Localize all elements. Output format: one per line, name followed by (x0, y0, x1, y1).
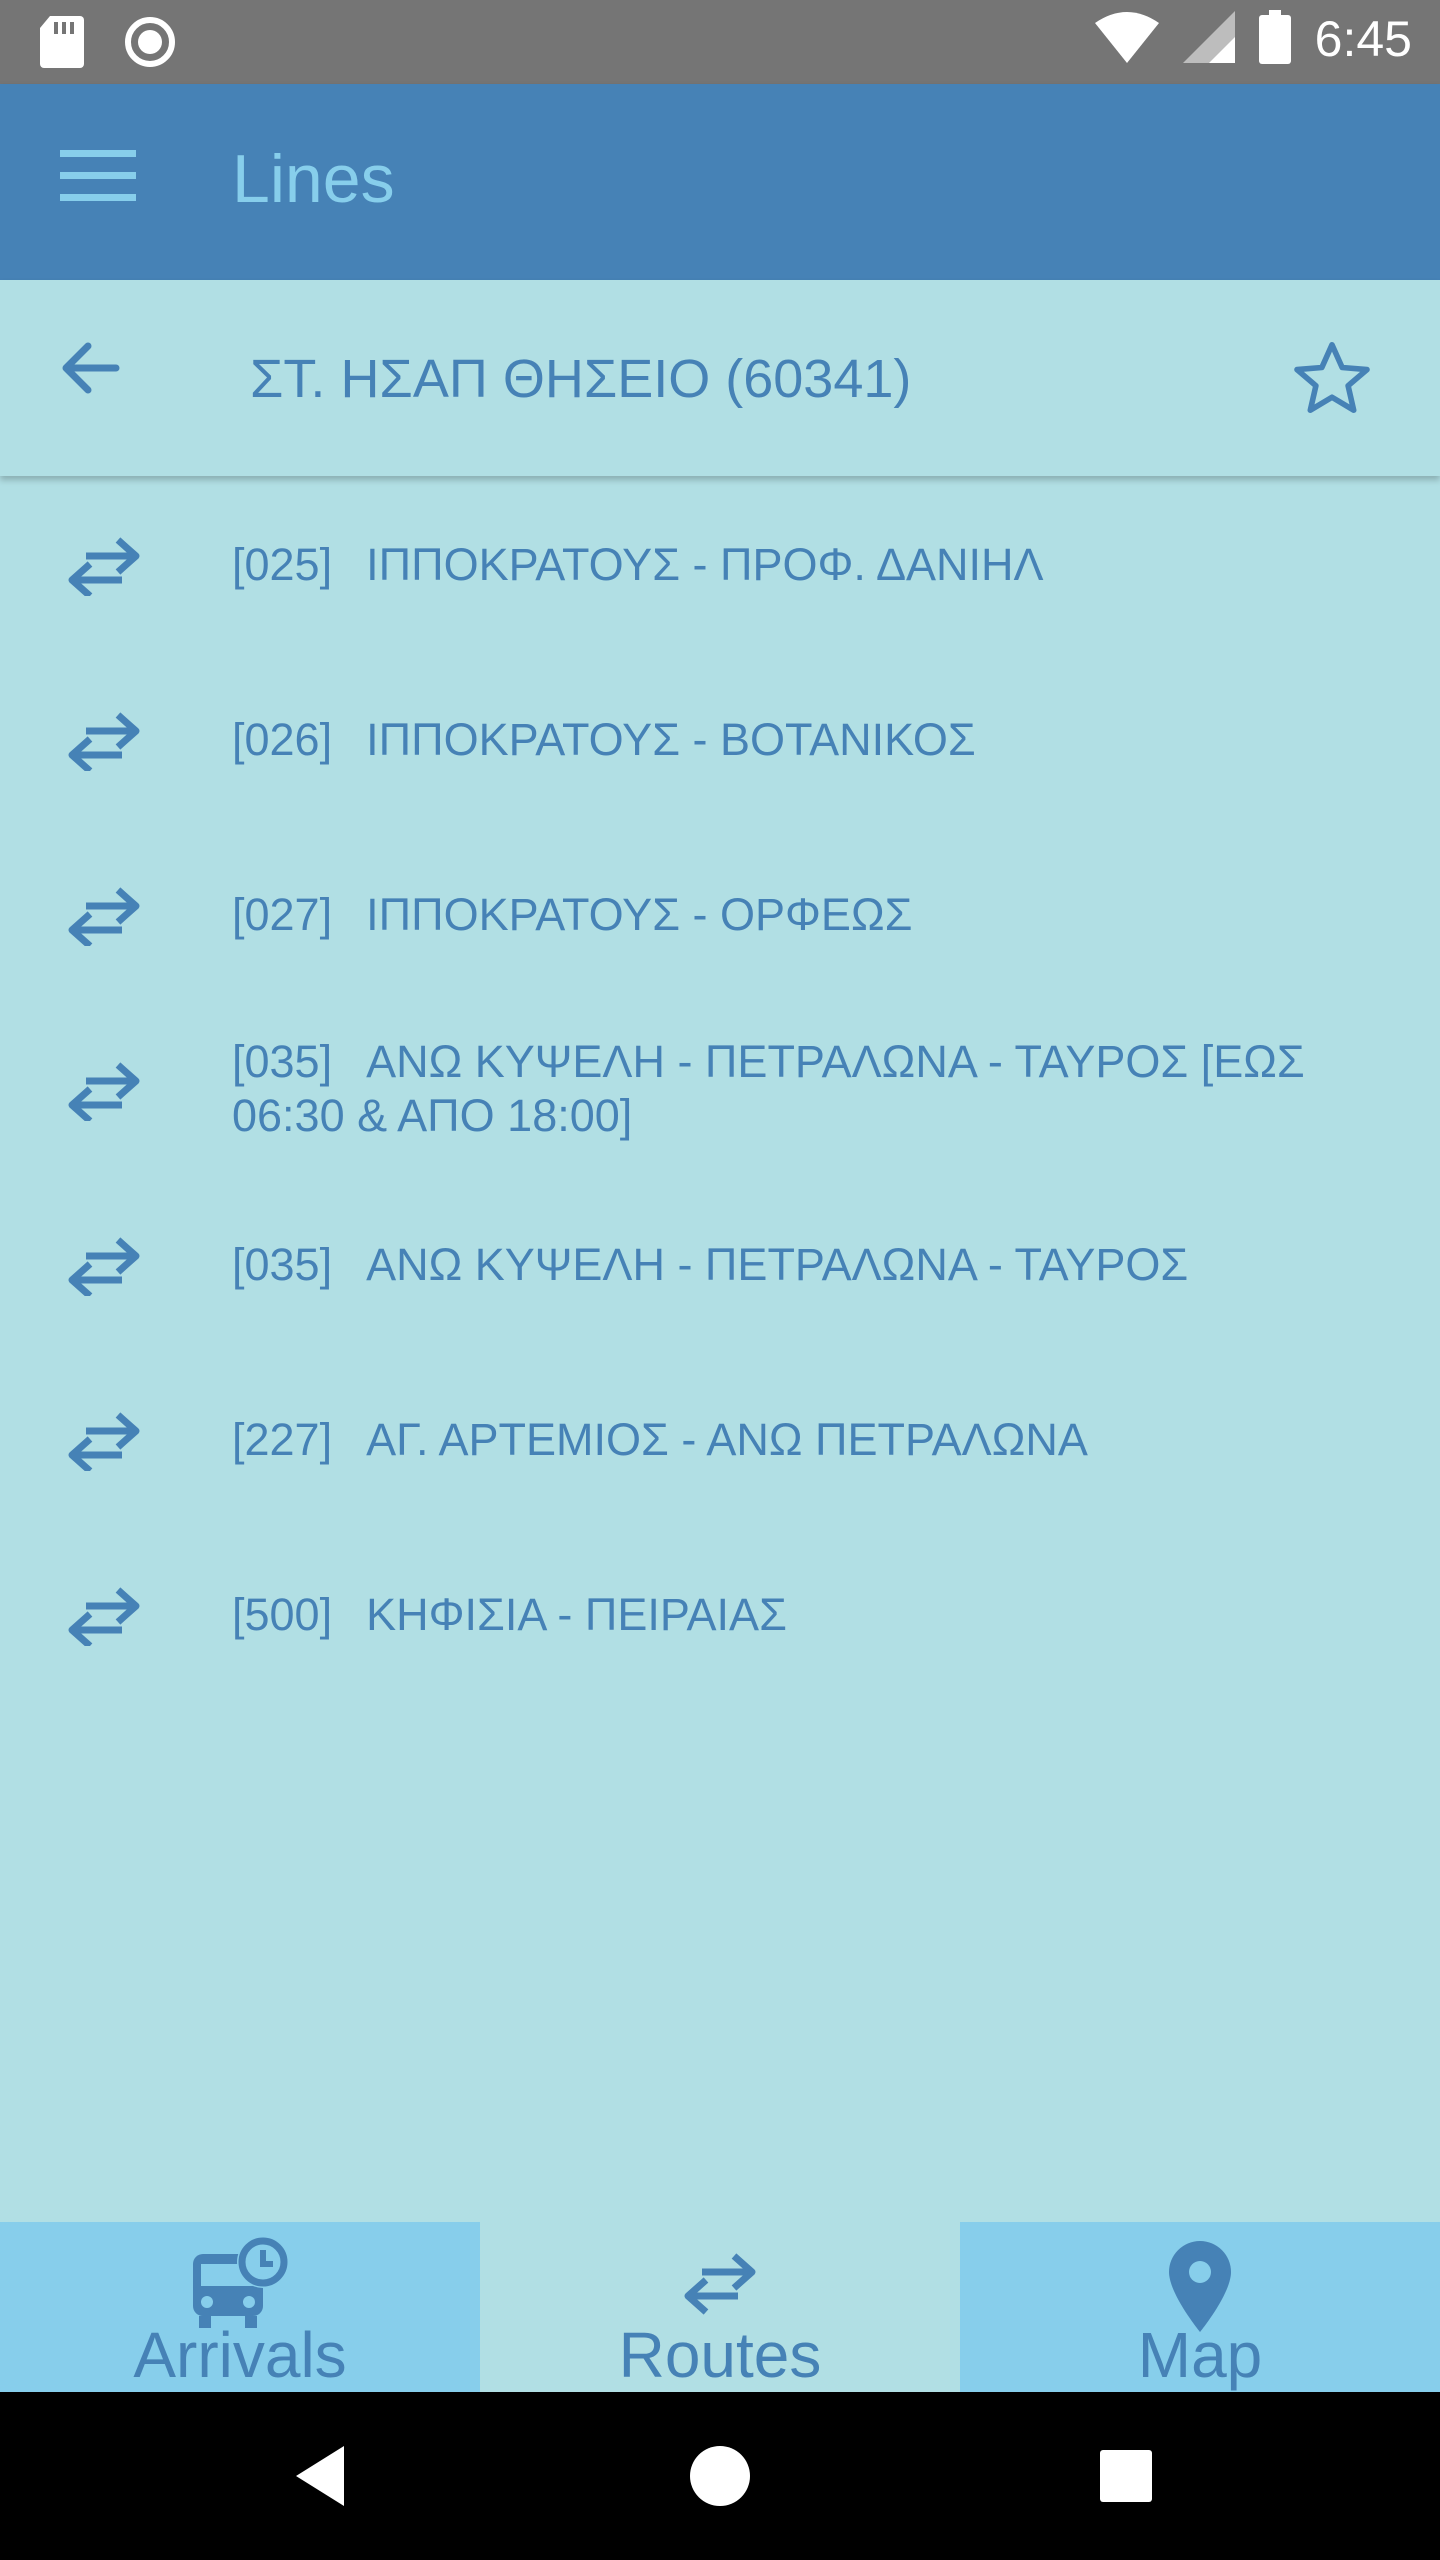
tab-arrivals[interactable]: Arrivals (0, 2222, 480, 2392)
route-code: [027] (232, 889, 333, 940)
route-code: [035] (232, 1239, 333, 1290)
route-name: ΙΠΠΟΚΡΑΤΟΥΣ - ΒΟΤΑΝΙΚΟΣ (366, 714, 976, 765)
swap-horizontal-icon (665, 2232, 775, 2332)
signal-icon (1182, 11, 1235, 67)
back-triangle-icon[interactable] (284, 2436, 364, 2516)
route-item[interactable]: [025] ΙΠΠΟΚΡΑΤΟΥΣ - ΠΡΟΦ. ΔΑΝΙΗΛ (0, 480, 1440, 655)
swap-horizontal-icon (66, 886, 144, 949)
route-item[interactable]: [035] ΑΝΩ ΚΥΨΕΛΗ - ΠΕΤΡΑΛΩΝΑ - ΤΑΥΡΟΣ [ΕΩ… (0, 1005, 1440, 1180)
route-name: ΙΠΠΟΚΡΑΤΟΥΣ - ΠΡΟΦ. ΔΑΝΙΗΛ (366, 539, 1044, 590)
status-bar: 6:45 (0, 0, 1440, 84)
swap-horizontal-icon (66, 1061, 144, 1124)
recents-square-icon[interactable] (1086, 2436, 1166, 2516)
route-code: [227] (232, 1414, 333, 1465)
page-title: Lines (232, 141, 395, 217)
bus-clock-icon (185, 2232, 295, 2332)
tab-label: Arrivals (133, 2319, 347, 2391)
wifi-icon (1094, 11, 1159, 67)
swap-horizontal-icon (66, 1236, 144, 1299)
status-time: 6:45 (1314, 11, 1412, 67)
route-item[interactable]: [027] ΙΠΠΟΚΡΑΤΟΥΣ - ΟΡΦΕΩΣ (0, 830, 1440, 1005)
route-name: ΙΠΠΟΚΡΑΤΟΥΣ - ΟΡΦΕΩΣ (366, 889, 913, 940)
map-marker-icon (1145, 2232, 1255, 2332)
route-name: ΑΝΩ ΚΥΨΕΛΗ - ΠΕΤΡΑΛΩΝΑ - ΤΑΥΡΟΣ (366, 1239, 1189, 1290)
tab-label: Map (1137, 2319, 1263, 2391)
route-code: [025] (232, 539, 333, 590)
route-name: ΑΝΩ ΚΥΨΕΛΗ - ΠΕΤΡΑΛΩΝΑ - ΤΑΥΡΟΣ [ΕΩΣ (366, 1036, 1305, 1087)
swap-horizontal-icon (66, 711, 144, 774)
swap-horizontal-icon (66, 536, 144, 599)
stop-header: ΣΤ. ΗΣΑΠ ΘΗΣΕΙΟ (60341) (0, 280, 1440, 476)
star-outline-icon[interactable] (1290, 336, 1380, 426)
tab-routes[interactable]: Routes (480, 2222, 960, 2392)
tab-map[interactable]: Map (960, 2222, 1440, 2392)
route-name: ΑΓ. ΑΡΤΕΜΙΟΣ - ΑΝΩ ΠΕΤΡΑΛΩΝΑ (366, 1414, 1088, 1465)
bottom-navigation: Arrivals Routes Map (0, 2222, 1440, 2392)
route-code: [035] (232, 1036, 333, 1087)
route-item[interactable]: [026] ΙΠΠΟΚΡΑΤΟΥΣ - ΒΟΤΑΝΙΚΟΣ (0, 655, 1440, 830)
route-name-line2: 06:30 & ΑΠΟ 18:00] (232, 1090, 633, 1141)
route-code: [026] (232, 714, 333, 765)
stop-name: ΣΤ. ΗΣΑΠ ΘΗΣΕΙΟ (60341) (250, 349, 912, 409)
home-circle-icon[interactable] (680, 2436, 760, 2516)
arrow-left-icon[interactable] (60, 340, 136, 416)
route-item[interactable]: [500] ΚΗΦΙΣΙΑ - ΠΕΙΡΑΙΑΣ (0, 1530, 1440, 1705)
sd-card-icon (40, 16, 84, 72)
battery-icon (1258, 10, 1291, 68)
sync-icon (124, 16, 176, 72)
route-item[interactable]: [035] ΑΝΩ ΚΥΨΕΛΗ - ΠΕΤΡΑΛΩΝΑ - ΤΑΥΡΟΣ (0, 1180, 1440, 1355)
tab-label: Routes (618, 2319, 822, 2391)
route-item[interactable]: [227] ΑΓ. ΑΡΤΕΜΙΟΣ - ΑΝΩ ΠΕΤΡΑΛΩΝΑ (0, 1355, 1440, 1530)
app-bar: Lines (0, 84, 1440, 280)
menu-icon[interactable] (60, 148, 156, 220)
swap-horizontal-icon (66, 1586, 144, 1649)
route-name: ΚΗΦΙΣΙΑ - ΠΕΙΡΑΙΑΣ (366, 1589, 787, 1640)
system-nav-bar (0, 2392, 1440, 2560)
route-code: [500] (232, 1589, 333, 1640)
swap-horizontal-icon (66, 1411, 144, 1474)
